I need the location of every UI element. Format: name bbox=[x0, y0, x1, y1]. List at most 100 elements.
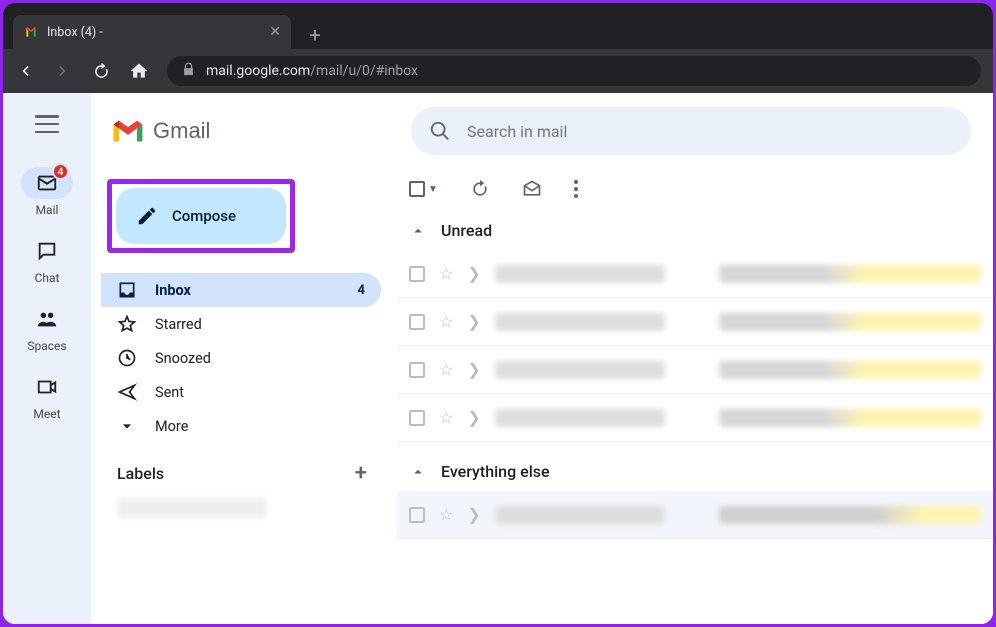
row-checkbox[interactable] bbox=[409, 410, 425, 426]
nav-starred[interactable]: Starred bbox=[101, 307, 381, 341]
nav-back-icon[interactable] bbox=[15, 61, 35, 81]
rail-item-chat[interactable]: Chat bbox=[17, 235, 77, 285]
sender-redacted bbox=[495, 313, 665, 331]
refresh-button[interactable] bbox=[470, 179, 490, 199]
section-title: Unread bbox=[441, 221, 492, 240]
checkbox-icon bbox=[409, 181, 425, 197]
gmail-header: Gmail bbox=[91, 103, 993, 159]
sidebar: Compose Inbox 4 Starred bbox=[91, 159, 391, 624]
message-pane: ▼ Unread bbox=[391, 159, 993, 624]
inbox-count: 4 bbox=[358, 283, 365, 298]
subject-redacted bbox=[719, 265, 981, 283]
compose-button[interactable]: Compose bbox=[116, 188, 286, 244]
mail-badge: 4 bbox=[52, 163, 69, 180]
important-marker-icon[interactable]: ❯ bbox=[467, 264, 480, 283]
star-icon[interactable]: ☆ bbox=[439, 264, 453, 283]
rail-label: Mail bbox=[36, 203, 59, 217]
pencil-icon bbox=[136, 205, 158, 227]
rail-item-mail[interactable]: 4 Mail bbox=[17, 167, 77, 217]
row-checkbox[interactable] bbox=[409, 362, 425, 378]
nav-forward-icon[interactable] bbox=[53, 61, 73, 81]
spaces-icon bbox=[36, 308, 58, 330]
url-text: mail.google.com/mail/u/0/#inbox bbox=[206, 63, 418, 79]
message-row[interactable]: ☆ ❯ bbox=[397, 250, 993, 298]
important-marker-icon[interactable]: ❯ bbox=[467, 312, 480, 331]
subject-redacted bbox=[719, 506, 981, 524]
rail-item-spaces[interactable]: Spaces bbox=[17, 303, 77, 353]
send-icon bbox=[117, 382, 137, 402]
main-menu-icon[interactable] bbox=[35, 115, 59, 133]
chevron-down-icon bbox=[117, 416, 137, 436]
refresh-icon bbox=[470, 179, 490, 199]
meet-icon bbox=[36, 376, 58, 398]
label-item-redacted[interactable] bbox=[117, 498, 267, 518]
chevron-up-icon bbox=[409, 222, 427, 240]
gmail-logo[interactable]: Gmail bbox=[111, 118, 391, 144]
close-tab-icon[interactable]: ✕ bbox=[269, 24, 281, 40]
message-row[interactable]: ☆ ❯ bbox=[397, 491, 993, 539]
labels-heading: Labels bbox=[117, 464, 164, 483]
lock-icon bbox=[181, 62, 196, 81]
nav-more[interactable]: More bbox=[101, 409, 381, 443]
sender-redacted bbox=[495, 361, 665, 379]
rail-label: Meet bbox=[33, 407, 60, 421]
star-icon[interactable]: ☆ bbox=[439, 312, 453, 331]
nav-snoozed[interactable]: Snoozed bbox=[101, 341, 381, 375]
nav-label: Inbox bbox=[155, 282, 191, 299]
app-rail: 4 Mail Chat Spaces Meet bbox=[3, 93, 91, 624]
more-actions-button[interactable] bbox=[574, 180, 578, 198]
message-row[interactable]: ☆ ❯ bbox=[397, 394, 993, 442]
inbox-icon bbox=[117, 280, 137, 300]
nav-label: Starred bbox=[155, 316, 202, 333]
search-bar[interactable] bbox=[411, 107, 971, 155]
search-icon bbox=[429, 120, 451, 142]
section-title: Everything else bbox=[441, 462, 550, 481]
list-toolbar: ▼ bbox=[397, 179, 993, 217]
important-marker-icon[interactable]: ❯ bbox=[467, 360, 480, 379]
important-marker-icon[interactable]: ❯ bbox=[467, 408, 480, 427]
envelope-open-icon bbox=[522, 179, 542, 199]
row-checkbox[interactable] bbox=[409, 507, 425, 523]
select-all-checkbox[interactable]: ▼ bbox=[409, 181, 438, 197]
tab-title: Inbox (4) - bbox=[47, 25, 261, 40]
chevron-up-icon bbox=[409, 463, 427, 481]
browser-toolbar: mail.google.com/mail/u/0/#inbox bbox=[3, 49, 993, 93]
gmail-logo-icon bbox=[111, 118, 145, 144]
nav-home-icon[interactable] bbox=[129, 61, 149, 81]
important-marker-icon[interactable]: ❯ bbox=[467, 505, 480, 524]
star-icon[interactable]: ☆ bbox=[439, 408, 453, 427]
subject-redacted bbox=[719, 409, 981, 427]
clock-icon bbox=[117, 348, 137, 368]
mark-read-button[interactable] bbox=[522, 179, 542, 199]
rail-item-meet[interactable]: Meet bbox=[17, 371, 77, 421]
gmail-favicon bbox=[23, 24, 39, 40]
browser-tab[interactable]: Inbox (4) - ✕ bbox=[13, 15, 291, 49]
section-else-header[interactable]: Everything else bbox=[397, 458, 993, 491]
tab-strip: Inbox (4) - ✕ + bbox=[3, 3, 993, 49]
section-unread-header[interactable]: Unread bbox=[397, 217, 993, 250]
address-bar[interactable]: mail.google.com/mail/u/0/#inbox bbox=[167, 56, 981, 86]
subject-redacted bbox=[719, 361, 981, 379]
search-input[interactable] bbox=[467, 122, 953, 141]
sender-redacted bbox=[495, 409, 665, 427]
new-tab-button[interactable]: + bbox=[301, 21, 329, 49]
nav-inbox[interactable]: Inbox 4 bbox=[101, 273, 381, 307]
compose-label: Compose bbox=[172, 207, 236, 225]
nav-label: Snoozed bbox=[155, 350, 211, 367]
add-label-button[interactable]: + bbox=[355, 461, 367, 486]
nav-label: More bbox=[155, 418, 188, 435]
row-checkbox[interactable] bbox=[409, 266, 425, 282]
row-checkbox[interactable] bbox=[409, 314, 425, 330]
nav-label: Sent bbox=[155, 384, 184, 401]
message-row[interactable]: ☆ ❯ bbox=[397, 346, 993, 394]
subject-redacted bbox=[719, 313, 981, 331]
sender-redacted bbox=[495, 506, 665, 524]
nav-sent[interactable]: Sent bbox=[101, 375, 381, 409]
message-row[interactable]: ☆ ❯ bbox=[397, 298, 993, 346]
star-icon[interactable]: ☆ bbox=[439, 360, 453, 379]
star-icon[interactable]: ☆ bbox=[439, 505, 453, 524]
labels-heading-row: Labels + bbox=[101, 461, 381, 486]
nav-reload-icon[interactable] bbox=[91, 62, 111, 81]
caret-down-icon: ▼ bbox=[428, 184, 438, 195]
folder-nav: Inbox 4 Starred Snoozed bbox=[101, 273, 381, 443]
